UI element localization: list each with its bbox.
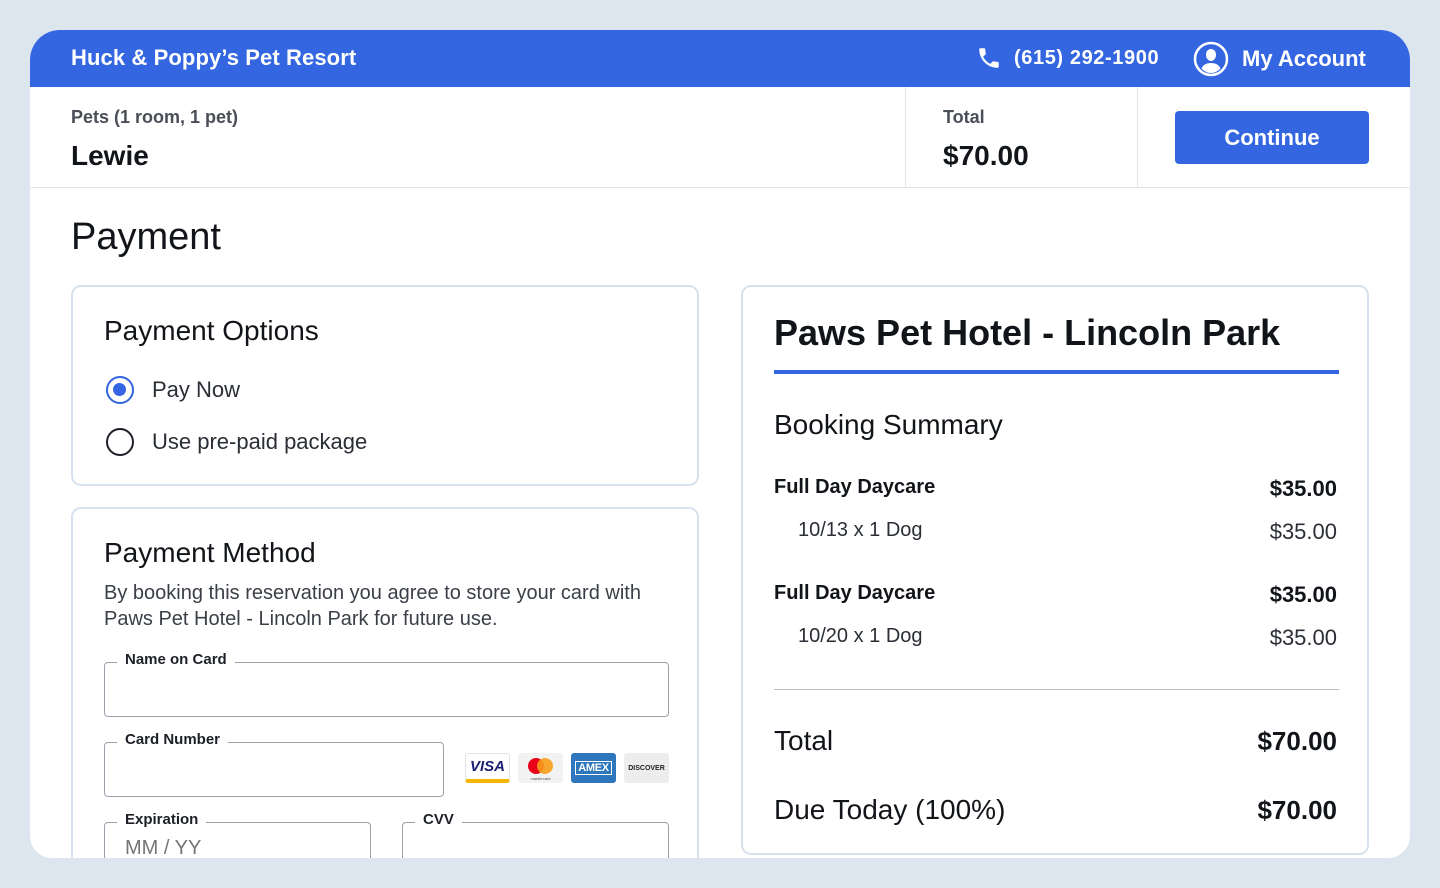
visa-icon: VISA — [465, 753, 510, 783]
field-label: Expiration — [117, 811, 207, 828]
item-detail-amount: $35.00 — [1269, 625, 1337, 650]
option-prepaid-package[interactable]: Use pre-paid package — [106, 428, 367, 456]
user-avatar-icon — [1193, 41, 1229, 77]
expiration-input[interactable] — [125, 837, 350, 858]
phone-icon — [979, 48, 999, 68]
phone-link[interactable]: (615) 292-1900 — [976, 45, 1159, 71]
radio-button[interactable] — [106, 428, 134, 456]
booking-summary-card: Paws Pet Hotel - Lincoln Park Booking Su… — [741, 285, 1369, 855]
item-name: Full Day Daycare — [774, 582, 936, 604]
due-today-amount: $70.00 — [1257, 795, 1337, 825]
line-item: Full Day Daycare $35.00 — [774, 582, 1337, 608]
accepted-cards: VISA mastercard AMEX DISCOVER — [465, 753, 669, 783]
payment-method-title: Payment Method — [104, 537, 316, 568]
summary-total-label: Total — [774, 725, 834, 756]
my-account-link[interactable]: My Account — [1193, 41, 1366, 77]
brand-name[interactable]: Huck & Poppy’s Pet Resort — [71, 45, 356, 71]
amex-icon: AMEX — [571, 753, 616, 783]
continue-button[interactable]: Continue — [1175, 111, 1369, 164]
accent-underline — [774, 370, 1339, 374]
field-label: Name on Card — [117, 651, 235, 668]
booking-summary-title: Booking Summary — [774, 409, 1003, 440]
divider — [905, 87, 906, 187]
due-today-row: Due Today (100%) $70.00 — [774, 794, 1337, 826]
name-on-card-field[interactable]: Name on Card — [104, 651, 669, 717]
option-label: Use pre-paid package — [152, 429, 368, 454]
cvv-field[interactable]: CVV — [402, 811, 669, 858]
phone-number: (615) 292-1900 — [1014, 46, 1160, 69]
item-amount: $35.00 — [1269, 582, 1337, 607]
hotel-name: Paws Pet Hotel - Lincoln Park — [774, 312, 1281, 353]
total-label: Total — [943, 107, 985, 127]
total-row: Total $70.00 — [774, 725, 1337, 757]
field-label: Card Number — [117, 731, 229, 748]
item-detail-amount: $35.00 — [1269, 519, 1337, 544]
line-item: Full Day Daycare $35.00 — [774, 476, 1337, 502]
payment-options-card: Payment Options Pay Now Use pre-paid pac… — [71, 285, 699, 486]
card-number-field[interactable]: Card Number — [104, 731, 444, 797]
option-label: Pay Now — [152, 377, 241, 402]
top-bar: Huck & Poppy’s Pet Resort (615) 292-1900… — [30, 30, 1410, 87]
item-name: Full Day Daycare — [774, 476, 936, 498]
field-label: CVV — [415, 811, 462, 828]
total-value: $70.00 — [943, 140, 1029, 171]
booking-strip: Pets (1 room, 1 pet) Lewie Total $70.00 … — [30, 87, 1410, 188]
payment-method-card: Payment Method By booking this reservati… — [71, 507, 699, 858]
item-detail: 10/20 x 1 Dog — [798, 625, 923, 647]
pets-label: Pets (1 room, 1 pet) — [71, 107, 239, 127]
radio-button-checked[interactable] — [106, 376, 134, 404]
payment-method-description: By booking this reservation you agree to… — [104, 582, 641, 630]
summary-total-amount: $70.00 — [1257, 726, 1337, 756]
item-amount: $35.00 — [1269, 476, 1337, 501]
item-detail: 10/13 x 1 Dog — [798, 519, 923, 541]
option-pay-now[interactable]: Pay Now — [106, 376, 240, 404]
pet-name: Lewie — [71, 140, 149, 171]
expiration-field[interactable]: Expiration — [104, 811, 371, 858]
payment-options-title: Payment Options — [104, 315, 319, 346]
card-number-input[interactable] — [125, 757, 423, 780]
cvv-input[interactable] — [423, 837, 648, 858]
my-account-label: My Account — [1242, 46, 1366, 71]
name-on-card-input[interactable] — [125, 677, 648, 700]
line-item-detail: 10/20 x 1 Dog $35.00 — [774, 625, 1337, 651]
line-item-detail: 10/13 x 1 Dog $35.00 — [774, 519, 1337, 545]
mastercard-icon: mastercard — [518, 753, 563, 783]
due-today-label: Due Today (100%) — [774, 794, 1006, 825]
divider — [1137, 87, 1138, 187]
discover-icon: DISCOVER — [624, 753, 669, 783]
divider — [774, 689, 1339, 690]
app-window: Huck & Poppy’s Pet Resort (615) 292-1900… — [30, 30, 1410, 858]
page-title: Payment — [71, 216, 221, 258]
